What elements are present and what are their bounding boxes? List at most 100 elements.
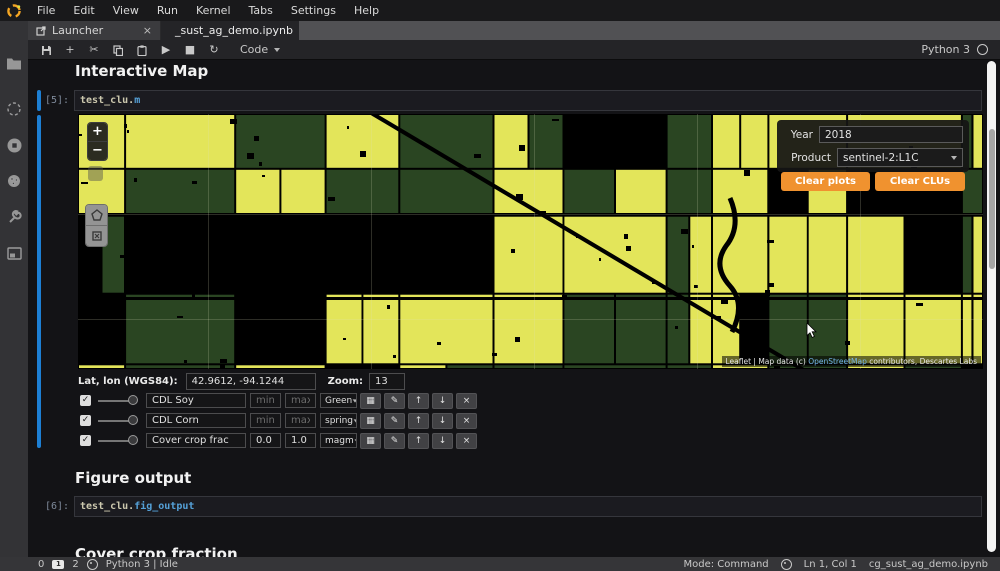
autoscale-grid-button[interactable]: ▦ bbox=[360, 392, 381, 409]
zoom-in-button[interactable]: + bbox=[88, 123, 107, 141]
open-tabs-icon[interactable] bbox=[0, 241, 28, 265]
product-label: Product bbox=[791, 151, 831, 164]
move-layer-up-button[interactable]: ↑ bbox=[408, 392, 429, 409]
product-select[interactable]: sentinel-2:L1C bbox=[837, 148, 963, 167]
latlon-label: Lat, lon (WGS84): bbox=[78, 376, 178, 387]
cell5-editor[interactable]: test_clu. m bbox=[74, 90, 982, 111]
restart-kernel-button[interactable]: ↻ bbox=[202, 40, 226, 59]
opacity-slider[interactable] bbox=[98, 395, 138, 406]
status-bar: 0 1 2 Python 3 | Idle Mode: Command Ln 1… bbox=[0, 557, 1000, 571]
cursor-position[interactable]: Ln 1, Col 1 bbox=[804, 559, 857, 570]
remove-layer-button[interactable]: × bbox=[456, 392, 477, 409]
layer-name-input[interactable] bbox=[146, 433, 246, 448]
layer-max-input[interactable] bbox=[285, 433, 316, 448]
clear-clus-button[interactable]: Clear CLUs bbox=[875, 172, 965, 191]
running-sessions-icon[interactable] bbox=[0, 97, 28, 121]
layer-min-input[interactable] bbox=[250, 393, 281, 408]
edit-layer-button[interactable]: ✎ bbox=[384, 432, 405, 449]
menu-edit[interactable]: Edit bbox=[64, 0, 103, 21]
left-sidebar bbox=[0, 21, 28, 557]
layer-max-input[interactable] bbox=[285, 393, 316, 408]
layer-min-input[interactable] bbox=[250, 413, 281, 428]
slider-knob[interactable] bbox=[128, 395, 138, 405]
move-layer-down-button[interactable]: ↓ bbox=[432, 432, 453, 449]
extensions-icon[interactable] bbox=[0, 169, 28, 193]
zoom-out-button[interactable]: − bbox=[88, 141, 107, 160]
layer-visible-checkbox[interactable]: ✓ bbox=[80, 395, 91, 406]
remove-layer-button[interactable]: × bbox=[456, 412, 477, 429]
year-input[interactable] bbox=[819, 126, 963, 143]
map-attribution-toggle[interactable] bbox=[88, 166, 103, 181]
kernel-name[interactable]: Python 3 bbox=[921, 43, 970, 56]
chevron-down-icon bbox=[274, 47, 281, 52]
move-layer-down-button[interactable]: ↓ bbox=[432, 392, 453, 409]
latlon-input[interactable] bbox=[185, 373, 316, 390]
notebook-panel: Interactive Map [5]: test_clu. m + − Year bbox=[28, 60, 1000, 557]
menu-view[interactable]: View bbox=[104, 0, 148, 21]
command-mode-indicator[interactable]: Mode: Command bbox=[683, 559, 768, 570]
clear-plots-button[interactable]: Clear plots bbox=[781, 172, 870, 191]
delete-shapes-button[interactable] bbox=[86, 225, 107, 246]
opacity-slider[interactable] bbox=[98, 435, 138, 446]
cell-type-dropdown[interactable]: Code bbox=[234, 43, 286, 56]
tools-wrench-icon[interactable] bbox=[0, 205, 28, 229]
menu-kernel[interactable]: Kernel bbox=[187, 0, 240, 21]
remove-layer-button[interactable]: × bbox=[456, 432, 477, 449]
interactive-map[interactable]: + − Year Product sentinel-2:L1C bbox=[78, 114, 983, 369]
cell5-output-collapser[interactable] bbox=[37, 115, 41, 448]
opacity-slider[interactable] bbox=[98, 415, 138, 426]
autoscale-grid-button[interactable]: ▦ bbox=[360, 432, 381, 449]
menu-settings[interactable]: Settings bbox=[282, 0, 345, 21]
scrollbar-thumb[interactable] bbox=[988, 129, 995, 269]
layer-visible-checkbox[interactable]: ✓ bbox=[80, 435, 91, 446]
layer-max-input[interactable] bbox=[285, 413, 316, 428]
layer-visible-checkbox[interactable]: ✓ bbox=[80, 415, 91, 426]
tab-notebook[interactable]: _sust_ag_demo.ipynb bbox=[161, 21, 299, 40]
stop-kernels-icon[interactable] bbox=[0, 133, 28, 157]
cell6-editor[interactable]: test_clu. fig_output bbox=[74, 496, 982, 517]
kernels-count[interactable]: 2 bbox=[72, 559, 78, 570]
terminals-count[interactable]: 0 bbox=[38, 559, 44, 570]
slider-knob[interactable] bbox=[128, 415, 138, 425]
colormap-select[interactable]: spring bbox=[320, 413, 357, 428]
interrupt-kernel-button[interactable]: ■ bbox=[178, 40, 202, 59]
menu-run[interactable]: Run bbox=[148, 0, 187, 21]
edit-layer-button[interactable]: ✎ bbox=[384, 392, 405, 409]
osm-link[interactable]: OpenStreetMap bbox=[808, 357, 867, 366]
notebook-scrollbar[interactable] bbox=[987, 61, 996, 552]
close-icon[interactable]: × bbox=[143, 24, 152, 37]
file-browser-icon[interactable] bbox=[0, 51, 28, 75]
add-cell-button[interactable]: + bbox=[58, 40, 82, 59]
paste-cells-button[interactable] bbox=[130, 40, 154, 59]
code-attribute: fig_output bbox=[134, 501, 195, 512]
menu-help[interactable]: Help bbox=[345, 0, 388, 21]
move-layer-up-button[interactable]: ↑ bbox=[408, 412, 429, 429]
slider-knob[interactable] bbox=[128, 435, 138, 445]
move-layer-up-button[interactable]: ↑ bbox=[408, 432, 429, 449]
autoscale-grid-button[interactable]: ▦ bbox=[360, 412, 381, 429]
save-button[interactable] bbox=[34, 40, 58, 59]
zoom-label: Zoom: bbox=[327, 376, 363, 387]
layer-min-input[interactable] bbox=[250, 433, 281, 448]
zoom-level-input[interactable] bbox=[369, 373, 405, 390]
run-cell-button[interactable]: ▶ bbox=[154, 40, 178, 59]
colormap-select[interactable]: Green bbox=[320, 393, 357, 408]
colormap-select[interactable]: magm bbox=[320, 433, 357, 448]
map-settings-panel: Year Product sentinel-2:L1C bbox=[777, 120, 969, 172]
tab-launcher[interactable]: Launcher × bbox=[28, 21, 161, 40]
cell5-collapser[interactable] bbox=[37, 90, 41, 111]
cut-cells-button[interactable]: ✂ bbox=[82, 40, 106, 59]
menu-file[interactable]: File bbox=[28, 0, 64, 21]
move-layer-down-button[interactable]: ↓ bbox=[432, 412, 453, 429]
layer-name-input[interactable] bbox=[146, 393, 246, 408]
edit-layer-button[interactable]: ✎ bbox=[384, 412, 405, 429]
layer-name-input[interactable] bbox=[146, 413, 246, 428]
kernel-status-text[interactable]: Python 3 | Idle bbox=[106, 559, 178, 570]
menu-tabs[interactable]: Tabs bbox=[240, 0, 282, 21]
draw-polygon-button[interactable] bbox=[86, 205, 107, 225]
cell5-prompt: [5]: bbox=[45, 95, 70, 106]
notification-icon[interactable] bbox=[780, 558, 792, 570]
map-zoom-control: + − bbox=[87, 122, 108, 161]
code-object: test_clu. bbox=[80, 501, 135, 512]
copy-cells-button[interactable] bbox=[106, 40, 130, 59]
